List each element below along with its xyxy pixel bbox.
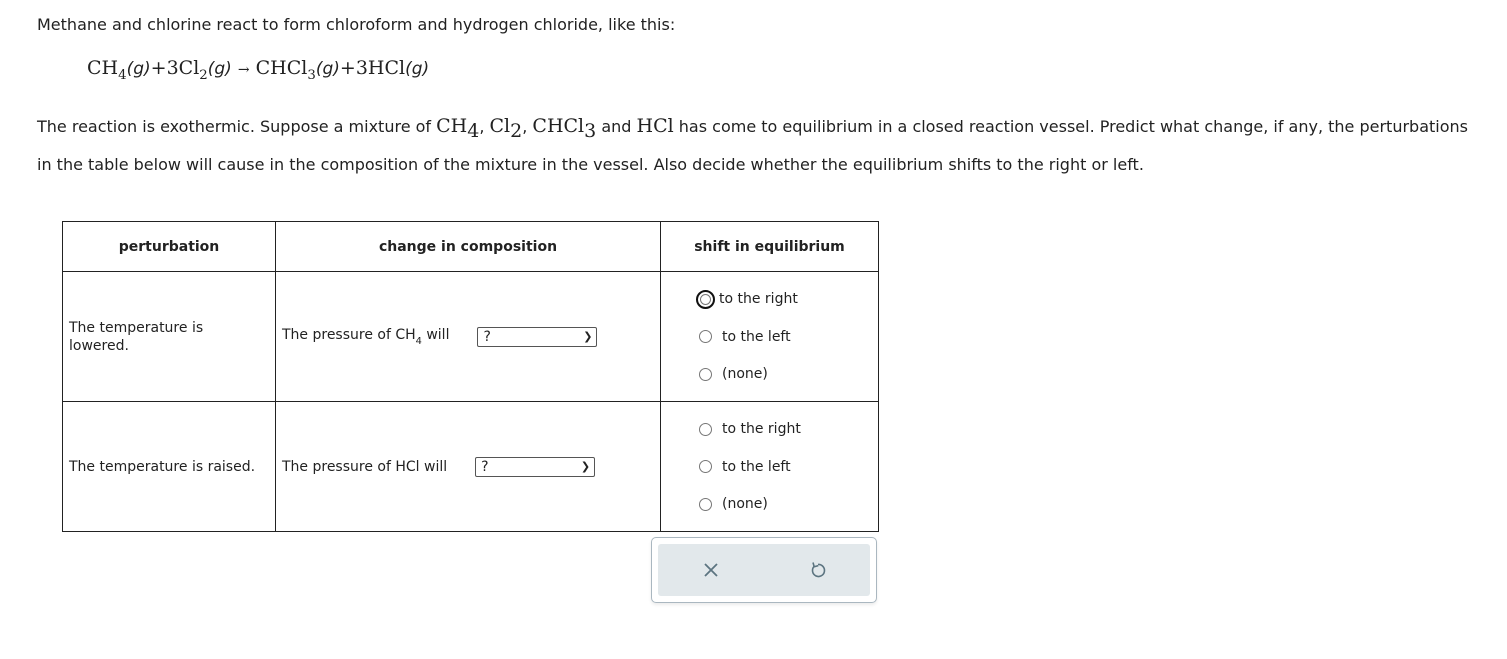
change-select[interactable]: ? ❯ bbox=[475, 456, 596, 477]
header-perturbation: perturbation bbox=[62, 221, 276, 272]
question-paragraph: The reaction is exothermic. Suppose a mi… bbox=[37, 110, 1477, 181]
shift-cell: to the right to the left (none) bbox=[660, 401, 879, 532]
eq-plus: + bbox=[339, 57, 356, 79]
undo-icon bbox=[811, 562, 826, 578]
reset-button[interactable] bbox=[797, 550, 837, 590]
chemical-equation: CH4(g)+3Cl2(g) → CHCl3(g)+3HCl(g) bbox=[87, 57, 429, 83]
text: , bbox=[522, 117, 533, 136]
radio-none[interactable]: (none) bbox=[699, 485, 878, 523]
radio-icon[interactable] bbox=[699, 460, 712, 473]
radio-icon[interactable] bbox=[699, 422, 712, 436]
radio-left[interactable]: to the left bbox=[699, 318, 878, 356]
eq-cl2: 3Cl bbox=[166, 57, 200, 79]
radio-right[interactable]: to the right bbox=[699, 410, 878, 448]
eq-sub: 2 bbox=[199, 68, 208, 83]
eq-state: (g) bbox=[126, 59, 151, 79]
intro-text: Methane and chlorine react to form chlor… bbox=[37, 15, 676, 34]
radio-none[interactable]: (none) bbox=[699, 355, 878, 393]
radio-label: to the right bbox=[719, 291, 798, 307]
eq-sub: 3 bbox=[307, 68, 316, 83]
radio-icon[interactable] bbox=[699, 367, 712, 381]
formula-sub: 3 bbox=[584, 120, 597, 142]
radio-label: to the left bbox=[722, 328, 791, 345]
header-shift: shift in equilibrium bbox=[660, 221, 879, 272]
table-row: The temperature is lowered. The pressure… bbox=[62, 271, 879, 402]
change-cell: The pressure of CH4 will ? ❯ bbox=[275, 271, 661, 402]
shift-cell: to the right to the left (none) bbox=[660, 271, 879, 402]
perturbation-cell: The temperature is raised. bbox=[62, 401, 276, 532]
formula-sub: 2 bbox=[510, 120, 523, 142]
eq-chcl3: CHCl bbox=[255, 57, 308, 79]
formula: CHCl bbox=[532, 115, 585, 137]
radio-label: (none) bbox=[722, 366, 768, 382]
perturbation-cell: The temperature is lowered. bbox=[62, 271, 276, 402]
radio-label: to the right bbox=[722, 421, 801, 437]
formula: HCl bbox=[636, 115, 674, 137]
text: , bbox=[479, 117, 490, 136]
radio-left[interactable]: to the left bbox=[699, 448, 878, 486]
formula-sub: 4 bbox=[467, 120, 480, 142]
radio-right[interactable]: to the right bbox=[696, 280, 878, 318]
eq-plus: + bbox=[150, 57, 167, 79]
action-panel bbox=[651, 537, 877, 603]
formula: CH bbox=[436, 115, 468, 137]
eq-sub: 4 bbox=[118, 68, 127, 83]
table-row: The temperature is raised. The pressure … bbox=[62, 401, 879, 532]
perturbation-table: perturbation change in composition shift… bbox=[62, 221, 879, 532]
arrow-icon: → bbox=[237, 62, 250, 78]
eq-state: (g) bbox=[207, 59, 232, 79]
change-label: The pressure of CH4 will bbox=[282, 326, 450, 347]
radio-icon[interactable] bbox=[699, 330, 712, 343]
header-change: change in composition bbox=[275, 221, 661, 272]
chevron-down-icon: ❯ bbox=[580, 460, 591, 473]
change-label: The pressure of HCl will bbox=[282, 458, 448, 475]
radio-icon[interactable] bbox=[699, 497, 712, 511]
text: The reaction is exothermic. Suppose a mi… bbox=[37, 117, 437, 136]
formula: Cl bbox=[489, 115, 511, 137]
change-select[interactable]: ? ❯ bbox=[477, 326, 598, 347]
change-cell: The pressure of HCl will ? ❯ bbox=[275, 401, 661, 532]
eq-state: (g) bbox=[315, 59, 340, 79]
eq-ch4: CH bbox=[87, 57, 119, 79]
clear-button[interactable] bbox=[691, 550, 731, 590]
chevron-down-icon: ❯ bbox=[583, 330, 593, 343]
eq-state: (g) bbox=[405, 59, 430, 79]
text: and bbox=[596, 117, 637, 136]
x-icon bbox=[704, 563, 718, 577]
radio-label: (none) bbox=[722, 496, 768, 512]
radio-label: to the left bbox=[722, 458, 791, 475]
radio-icon[interactable] bbox=[696, 289, 715, 309]
eq-hcl: 3HCl bbox=[355, 57, 406, 79]
